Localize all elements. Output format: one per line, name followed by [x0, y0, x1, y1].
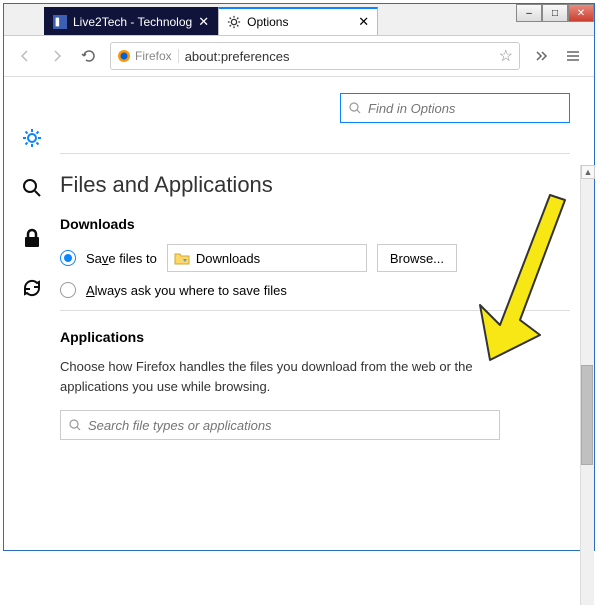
search-icon: [21, 177, 43, 199]
folder-icon: [174, 251, 190, 265]
search-icon: [69, 419, 82, 432]
tab-live2tech[interactable]: Live2Tech - Technolog ✕: [44, 7, 218, 35]
close-window-button[interactable]: ✕: [568, 4, 594, 22]
preferences-main: Files and Applications Downloads Save fi…: [60, 77, 594, 555]
scroll-up-icon[interactable]: ▲: [581, 165, 595, 179]
tab-close-icon[interactable]: ✕: [198, 14, 209, 30]
site-favicon: [53, 15, 67, 29]
applications-search-input[interactable]: [88, 418, 491, 433]
browser-window: – □ ✕ Live2Tech - Technolog ✕ Options ✕: [3, 3, 595, 551]
applications-heading: Applications: [60, 329, 570, 345]
gear-icon: [21, 127, 43, 149]
tab-title: Options: [247, 15, 352, 29]
applications-description: Choose how Firefox handles the files you…: [60, 357, 500, 396]
tab-options[interactable]: Options ✕: [218, 7, 378, 35]
section-heading: Files and Applications: [60, 172, 570, 198]
download-folder-field[interactable]: Downloads: [167, 244, 367, 272]
save-files-row: Save files to Downloads Browse...: [60, 244, 570, 272]
identity-box[interactable]: Firefox: [117, 49, 179, 63]
arrow-right-icon: [49, 48, 65, 64]
divider: [60, 153, 570, 154]
find-in-options[interactable]: [340, 93, 570, 123]
overflow-button[interactable]: [530, 45, 552, 67]
applications-search[interactable]: [60, 410, 500, 440]
url-bar[interactable]: Firefox about:preferences ☆: [110, 42, 520, 70]
reload-icon: [81, 48, 97, 64]
firefox-icon: [117, 49, 131, 63]
find-input[interactable]: [368, 101, 561, 116]
browse-button[interactable]: Browse...: [377, 244, 457, 272]
arrow-left-icon: [17, 48, 33, 64]
save-files-radio[interactable]: [60, 250, 76, 266]
sidebar-general[interactable]: [21, 127, 43, 149]
bookmark-star-icon[interactable]: ☆: [499, 46, 513, 66]
downloads-heading: Downloads: [60, 216, 570, 232]
tab-close-icon[interactable]: ✕: [358, 14, 369, 30]
identity-label: Firefox: [135, 49, 172, 63]
menu-button[interactable]: [562, 45, 584, 67]
gear-icon: [227, 15, 241, 29]
always-ask-radio[interactable]: [60, 282, 76, 298]
always-ask-label: Always ask you where to save files: [86, 283, 287, 298]
nav-toolbar: Firefox about:preferences ☆: [4, 36, 594, 77]
sidebar-search[interactable]: [21, 177, 43, 199]
lock-icon: [22, 227, 42, 249]
scrollbar-thumb[interactable]: [581, 365, 593, 465]
forward-button[interactable]: [46, 45, 68, 67]
divider: [60, 310, 570, 311]
always-ask-row: Always ask you where to save files: [60, 282, 570, 298]
tab-title: Live2Tech - Technolog: [73, 15, 192, 29]
search-icon: [349, 102, 362, 115]
sidebar-sync[interactable]: [21, 277, 43, 299]
window-controls: – □ ✕: [516, 4, 594, 22]
maximize-button[interactable]: □: [542, 4, 568, 22]
save-files-label: Save files to: [86, 251, 157, 266]
reload-button[interactable]: [78, 45, 100, 67]
scrollbar[interactable]: ▲: [580, 165, 594, 605]
url-text: about:preferences: [185, 49, 493, 64]
preferences-content: Files and Applications Downloads Save fi…: [4, 77, 594, 555]
preferences-sidebar: [4, 77, 60, 555]
download-folder-name: Downloads: [196, 251, 260, 266]
tab-strip: Live2Tech - Technolog ✕ Options ✕: [4, 4, 594, 36]
minimize-button[interactable]: –: [516, 4, 542, 22]
sidebar-privacy[interactable]: [21, 227, 43, 249]
hamburger-icon: [565, 48, 581, 64]
chevron-double-right-icon: [533, 48, 549, 64]
back-button[interactable]: [14, 45, 36, 67]
sync-icon: [21, 277, 43, 299]
